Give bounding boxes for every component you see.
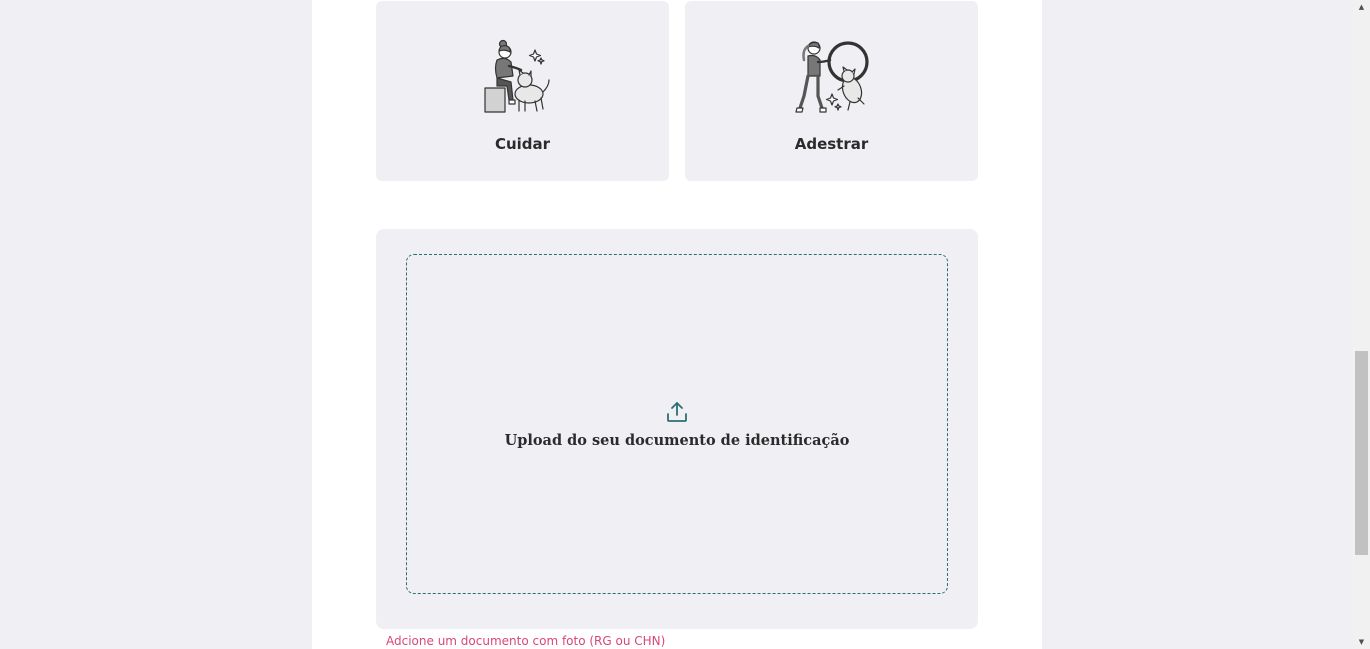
- scroll-down-arrow-icon[interactable]: ▼: [1353, 635, 1370, 649]
- document-upload-dropzone[interactable]: Upload do seu documento de identificação: [406, 254, 948, 594]
- scrollbar-thumb[interactable]: [1355, 351, 1368, 555]
- upload-icon: [667, 402, 687, 422]
- service-card-cuidar[interactable]: Cuidar: [376, 1, 669, 181]
- person-training-dog-hoop-icon: [794, 41, 869, 113]
- service-card-label: Adestrar: [794, 135, 869, 153]
- document-upload-panel: Upload do seu documento de identificação: [376, 229, 978, 629]
- vertical-scrollbar[interactable]: ▲ ▼: [1353, 0, 1370, 649]
- service-card-label: Cuidar: [494, 135, 551, 153]
- service-card-adestrar[interactable]: Adestrar: [685, 1, 978, 181]
- person-petting-dog-icon: [483, 39, 550, 113]
- scroll-up-arrow-icon[interactable]: ▲: [1353, 0, 1370, 14]
- upload-label: Upload do seu documento de identificação: [504, 432, 850, 449]
- upload-hint-text: Adcione um documento com foto (RG ou CHN…: [386, 634, 666, 648]
- main-content-column: Cuidar Adestrar Upload do seu documento …: [312, 0, 1042, 649]
